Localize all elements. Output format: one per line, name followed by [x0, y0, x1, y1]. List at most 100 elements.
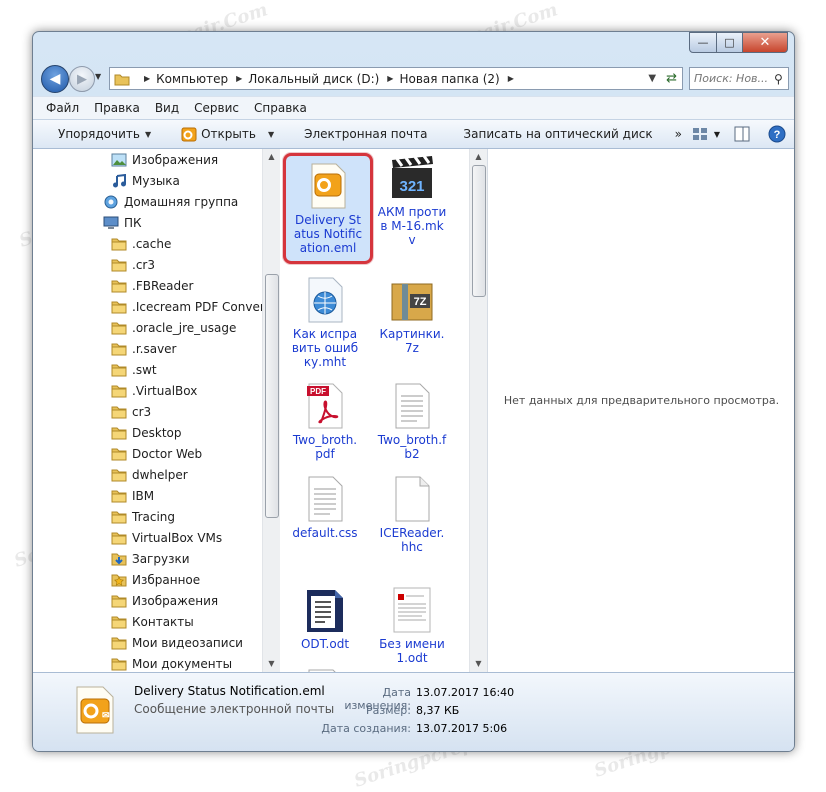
breadcrumb-computer[interactable]: Компьютер ▶: [156, 72, 242, 86]
details-file-name: Delivery Status Notification.eml: [134, 684, 325, 698]
file-item-label: default.css: [292, 526, 358, 540]
nav-item[interactable]: ПК: [103, 213, 142, 233]
preview-pane-icon[interactable]: [734, 126, 750, 142]
file-item[interactable]: 7Z Картинки.7z: [371, 276, 453, 355]
file-item[interactable]: 321 АКМ против М-16.mkv: [371, 154, 453, 247]
organize-button[interactable]: Упорядочить ▼: [58, 127, 151, 141]
nav-item[interactable]: .r.saver: [111, 339, 176, 359]
file-item[interactable]: Delivery Status Notification.eml: [283, 153, 373, 264]
scroll-up-icon[interactable]: ▲: [470, 152, 487, 161]
file-item[interactable]: Two_broth.fb2: [371, 382, 453, 461]
preview-pane: Нет данных для предварительного просмотр…: [487, 149, 794, 672]
scrollbar-thumb[interactable]: [265, 274, 279, 518]
nav-item[interactable]: Мои документы: [111, 654, 232, 672]
search-input[interactable]: [690, 71, 772, 86]
maximize-button[interactable]: □: [717, 32, 743, 53]
nav-item[interactable]: Избранное: [111, 570, 200, 590]
nav-item[interactable]: .VirtualBox: [111, 381, 197, 401]
breadcrumb-new-folder[interactable]: Новая папка (2) ▶: [399, 72, 513, 86]
nav-item[interactable]: .oracle_jre_usage: [111, 318, 236, 338]
view-options-icon[interactable]: [692, 126, 710, 142]
file-item[interactable]: PDF Two_broth.pdf: [284, 382, 366, 461]
svg-text:PDF: PDF: [310, 387, 326, 396]
menu-help[interactable]: Справка: [254, 101, 307, 115]
nav-item[interactable]: Tracing: [111, 507, 175, 527]
minimize-button[interactable]: —: [689, 32, 717, 53]
back-button[interactable]: ◀: [41, 65, 69, 93]
breadcrumb-label: Компьютер: [156, 71, 229, 86]
file-list-scrollbar[interactable]: ▲ ▼: [469, 149, 487, 672]
folder-icon: [111, 384, 127, 398]
pdf-icon: PDF: [301, 382, 349, 430]
nav-item[interactable]: Desktop: [111, 423, 182, 443]
svg-text:?: ?: [774, 129, 781, 141]
view-dropdown-icon[interactable]: ▼: [714, 130, 720, 139]
nav-item-label: Мои документы: [132, 657, 233, 671]
burn-disc-button[interactable]: Записать на оптический диск: [463, 127, 652, 141]
file-item-label: ICEReader.hhc: [379, 526, 445, 554]
file-item[interactable]: Без имени 1.odt: [371, 586, 453, 665]
breadcrumb-local-disk[interactable]: Локальный диск (D:) ▶: [248, 72, 393, 86]
nav-item-label: Мои видеозаписи: [132, 636, 243, 650]
nav-item[interactable]: Doctor Web: [111, 444, 202, 464]
help-icon[interactable]: ?: [768, 125, 786, 143]
nav-item[interactable]: Мои видеозаписи: [111, 633, 243, 653]
scroll-up-icon[interactable]: ▲: [263, 152, 280, 161]
nav-item[interactable]: .cr3: [111, 255, 155, 275]
nav-item-label: .swt: [132, 363, 157, 377]
command-bar: Упорядочить ▼ Открыть ▼ Электронная почта …: [33, 119, 794, 149]
navigation-pane: Изображения Музыка Домашняя группа ПК .cache…: [33, 149, 262, 672]
file-item[interactable]: ICEReader.hhc: [371, 475, 453, 554]
scroll-down-icon[interactable]: ▼: [470, 659, 487, 668]
address-separator[interactable]: ▶: [136, 74, 150, 83]
close-button[interactable]: ✕: [743, 32, 788, 53]
file-item-label: АКМ против М-16.mkv: [377, 205, 447, 247]
outlook-icon: [181, 127, 197, 142]
search-icon[interactable]: ⚲: [774, 72, 783, 86]
outlook-eml-icon: [304, 162, 352, 210]
menu-tools[interactable]: Сервис: [194, 101, 239, 115]
open-label: Открыть: [201, 127, 256, 141]
folder-icon: [111, 258, 127, 272]
email-button[interactable]: Электронная почта: [304, 127, 427, 141]
file-item[interactable]: ODT.odt: [284, 586, 366, 651]
nav-item-label: cr3: [132, 405, 152, 419]
nav-item[interactable]: .swt: [111, 360, 157, 380]
nav-item[interactable]: VirtualBox VMs: [111, 528, 222, 548]
created-label: Дата создания:: [321, 722, 411, 735]
forward-button[interactable]: ▶: [69, 66, 95, 92]
navigation-scrollbar[interactable]: ▲ ▼: [262, 149, 280, 672]
address-dropdown-icon[interactable]: ▼: [643, 73, 661, 84]
more-commands-button[interactable]: »: [675, 127, 682, 141]
nav-item[interactable]: .Icecream PDF Converter: [111, 297, 262, 317]
menu-view[interactable]: Вид: [155, 101, 179, 115]
nav-item[interactable]: Изображения: [111, 150, 218, 170]
nav-item[interactable]: Загрузки: [111, 549, 190, 569]
file-item[interactable]: Как исправить ошибку.mht: [284, 276, 366, 369]
nav-item[interactable]: Контакты: [111, 612, 194, 632]
address-bar[interactable]: ▶ Компьютер ▶ Локальный диск (D:) ▶ Новая …: [109, 67, 683, 90]
nav-item[interactable]: cr3: [111, 402, 151, 422]
forward-arrow-icon: ▶: [77, 71, 87, 87]
search-box[interactable]: ⚲: [689, 67, 789, 90]
scroll-down-icon[interactable]: ▼: [263, 659, 280, 668]
nav-item[interactable]: .cache: [111, 234, 171, 254]
menu-edit[interactable]: Правка: [94, 101, 140, 115]
nav-item[interactable]: Музыка: [111, 171, 180, 191]
file-item-label: Картинки.7z: [379, 327, 445, 355]
nav-item[interactable]: .FBReader: [111, 276, 193, 296]
nav-item[interactable]: IBM: [111, 486, 154, 506]
menu-file[interactable]: Файл: [46, 101, 79, 115]
size-value: 8,37 КБ: [416, 704, 460, 717]
nav-item[interactable]: dwhelper: [111, 465, 188, 485]
folder-icon: [111, 426, 127, 440]
scrollbar-thumb[interactable]: [472, 165, 486, 297]
more-label: »: [674, 127, 682, 141]
nav-item-label: Контакты: [132, 615, 194, 629]
nav-item[interactable]: Домашняя группа: [103, 192, 238, 212]
refresh-icon[interactable]: ⇄: [661, 71, 682, 86]
nav-item[interactable]: Изображения: [111, 591, 218, 611]
recent-pages-dropdown[interactable]: ▼: [95, 72, 101, 81]
open-button[interactable]: Открыть ▼: [181, 126, 274, 142]
file-item[interactable]: default.css: [284, 475, 366, 540]
